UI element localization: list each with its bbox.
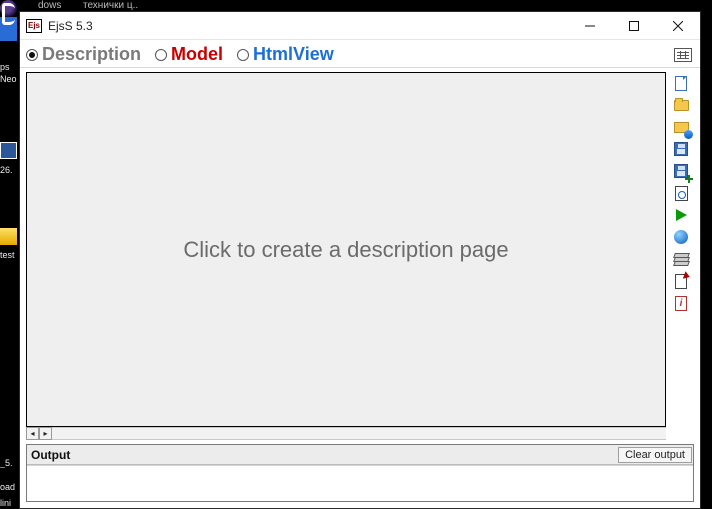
tab-model[interactable]: Model: [155, 44, 223, 65]
desktop-fragment-label: ps: [0, 62, 18, 72]
description-canvas[interactable]: Click to create a description page: [26, 72, 666, 427]
desktop-fragment-label: технички ц..: [83, 0, 138, 11]
search-button[interactable]: [672, 184, 690, 202]
save-button[interactable]: [672, 140, 690, 158]
run-button[interactable]: [672, 206, 690, 224]
info-icon: i: [675, 296, 687, 311]
scroll-track[interactable]: [52, 427, 666, 440]
options-icon: [675, 274, 687, 289]
open-button[interactable]: [672, 96, 690, 114]
output-panel: Output Clear output: [26, 444, 694, 502]
info-button[interactable]: i: [672, 294, 690, 312]
desktop-shortcut-icon: [0, 228, 17, 245]
new-file-icon: [675, 76, 687, 91]
editor-body: Click to create a description page ◂ ▸: [20, 68, 700, 508]
globe-overlay-icon: [684, 130, 693, 139]
radio-selected-icon: [26, 49, 38, 61]
save-icon: [674, 142, 688, 156]
tab-description[interactable]: Description: [26, 44, 141, 65]
save-as-button[interactable]: [672, 162, 690, 180]
maximize-button[interactable]: [612, 12, 656, 40]
close-icon: [673, 21, 683, 31]
output-label: Output: [27, 448, 74, 462]
scroll-right-button[interactable]: ▸: [39, 427, 52, 440]
properties-button[interactable]: [674, 48, 692, 62]
open-folder-icon: [674, 100, 689, 111]
desktop-fragment-label: lini: [0, 498, 18, 508]
app-icon: Ejs: [26, 19, 42, 33]
minimize-button[interactable]: [568, 12, 612, 40]
tab-label: Model: [171, 44, 223, 65]
search-icon: [675, 186, 688, 201]
tab-htmlview[interactable]: HtmlView: [237, 44, 334, 65]
window-title: EjsS 5.3: [48, 19, 93, 33]
desktop-fragment-label: _5.: [0, 458, 18, 468]
desktop-fragment-label: dows: [38, 0, 61, 11]
output-header: Output Clear output: [27, 445, 693, 465]
desktop-fragment-label: Neo: [0, 74, 18, 84]
view-tabs: Description Model HtmlView: [20, 40, 700, 68]
titlebar[interactable]: Ejs EjsS 5.3: [20, 12, 700, 40]
clear-output-button[interactable]: Clear output: [618, 447, 692, 463]
package-button[interactable]: [672, 250, 690, 268]
play-icon: [676, 209, 687, 221]
output-textarea[interactable]: [27, 465, 693, 501]
plus-overlay-icon: [685, 175, 693, 183]
radio-icon: [155, 49, 167, 61]
minimize-icon: [585, 21, 595, 31]
horizontal-scrollbar[interactable]: ◂ ▸: [26, 427, 666, 440]
close-button[interactable]: [656, 12, 700, 40]
app-window: Ejs EjsS 5.3 Description Model HtmlView: [19, 11, 701, 509]
side-toolbar: i: [672, 72, 694, 440]
run-in-browser-button[interactable]: [672, 228, 690, 246]
globe-icon: [674, 230, 688, 244]
desktop-fragment-label: 26.: [0, 165, 18, 175]
new-button[interactable]: [672, 74, 690, 92]
canvas-placeholder: Click to create a description page: [183, 237, 508, 263]
options-button[interactable]: [672, 272, 690, 290]
stack-icon: [674, 253, 689, 266]
radio-icon: [237, 49, 249, 61]
maximize-icon: [629, 21, 639, 31]
open-from-web-button[interactable]: [672, 118, 690, 136]
desktop-fragment-label: test: [0, 250, 18, 260]
desktop-ie-icon: [0, 17, 17, 41]
desktop-word-icon: [0, 142, 17, 159]
tab-label: HtmlView: [253, 44, 334, 65]
tab-label: Description: [42, 44, 141, 65]
scroll-left-button[interactable]: ◂: [26, 427, 39, 440]
desktop-fragment-label: oad: [0, 482, 18, 492]
